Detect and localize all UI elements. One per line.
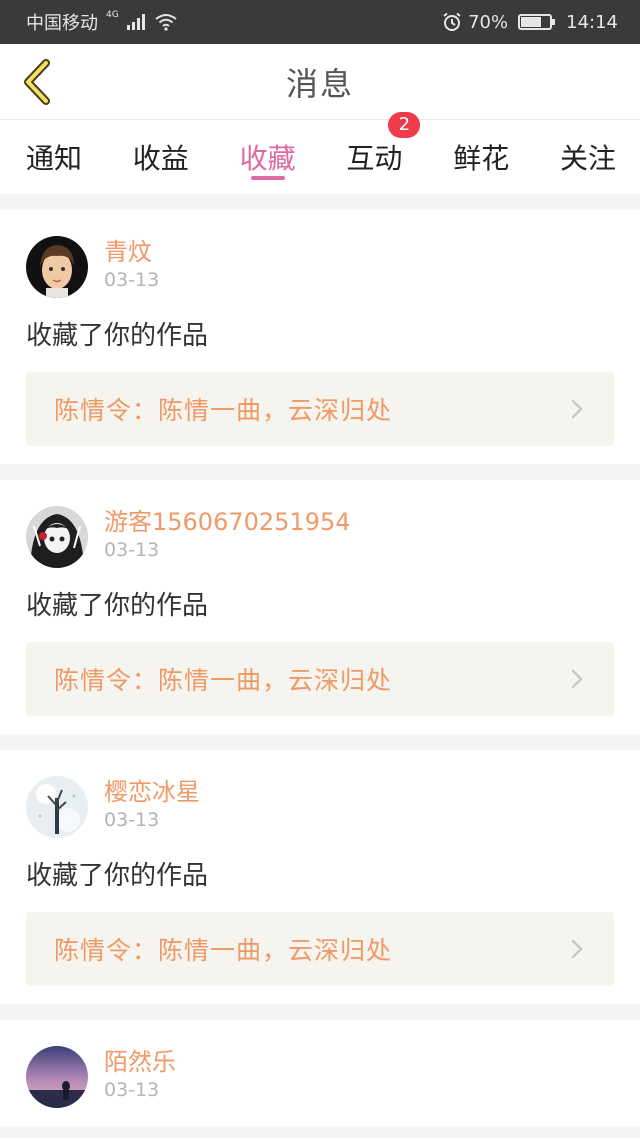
message-header: 游客1560670251954 03-13 bbox=[26, 506, 614, 568]
status-left: 中国移动 4G bbox=[26, 9, 177, 35]
message-meta: 游客1560670251954 03-13 bbox=[104, 506, 351, 563]
chevron-right-icon bbox=[571, 669, 583, 689]
message-action: 收藏了你的作品 bbox=[26, 861, 209, 891]
username[interactable]: 青炆 bbox=[104, 237, 159, 267]
username[interactable]: 陌然乐 bbox=[104, 1047, 176, 1077]
network-type: 4G bbox=[106, 10, 119, 20]
portrait-male-cartoon-icon bbox=[26, 236, 88, 298]
tab-label: 互动 bbox=[346, 142, 403, 175]
tab-notifications[interactable]: 通知 bbox=[26, 120, 82, 194]
message-action: 收藏了你的作品 bbox=[26, 321, 209, 351]
username[interactable]: 樱恋冰星 bbox=[104, 777, 200, 807]
alarm-icon bbox=[443, 12, 461, 31]
battery-percent: 70% bbox=[468, 11, 509, 33]
snowy-tree-icon bbox=[26, 776, 88, 838]
message-meta: 陌然乐 03-13 bbox=[104, 1046, 176, 1103]
chevron-right-icon bbox=[571, 399, 583, 419]
work-title: 陈情令：陈情一曲，云深归处 bbox=[54, 396, 393, 425]
message-meta: 樱恋冰星 03-13 bbox=[104, 776, 200, 833]
tab-label: 关注 bbox=[559, 142, 616, 175]
message-date: 03-13 bbox=[104, 1079, 160, 1101]
tab-flowers[interactable]: 鲜花 bbox=[453, 120, 509, 194]
message-date: 03-13 bbox=[104, 269, 160, 291]
work-title: 陈情令：陈情一曲，云深归处 bbox=[54, 666, 393, 695]
unread-badge: 2 bbox=[388, 112, 421, 138]
active-tab-indicator bbox=[250, 176, 285, 180]
page-title: 消息 bbox=[285, 64, 354, 103]
status-right: 70% 14:14 bbox=[442, 12, 618, 33]
monochrome-anime-girl-icon bbox=[26, 506, 88, 568]
message-header: 陌然乐 03-13 bbox=[26, 1046, 614, 1108]
avatar[interactable] bbox=[26, 776, 88, 838]
message-meta: 青炆 03-13 bbox=[104, 236, 159, 293]
tab-interactions[interactable]: 互动 2 bbox=[346, 112, 421, 194]
tab-earnings[interactable]: 收益 bbox=[133, 120, 189, 194]
avatar[interactable] bbox=[26, 1046, 88, 1108]
tab-favorites[interactable]: 收藏 bbox=[240, 120, 296, 194]
wifi-icon bbox=[155, 14, 177, 31]
username[interactable]: 游客1560670251954 bbox=[104, 507, 351, 537]
message-header: 樱恋冰星 03-13 bbox=[26, 776, 614, 838]
message-date: 03-13 bbox=[104, 809, 160, 831]
clock: 14:14 bbox=[566, 11, 618, 33]
message-action: 收藏了你的作品 bbox=[26, 591, 209, 621]
tab-label: 收益 bbox=[132, 142, 189, 175]
work-link[interactable]: 陈情令：陈情一曲，云深归处 bbox=[26, 912, 614, 986]
tab-bar: 通知 收益 收藏 互动 2 鲜花 关注 bbox=[0, 112, 640, 194]
status-bar: 中国移动 4G 70% 14:14 bbox=[0, 0, 640, 44]
header: 消息 bbox=[0, 44, 640, 120]
chevron-right-icon bbox=[571, 939, 583, 959]
message-card: 青炆 03-13 收藏了你的作品 陈情令：陈情一曲，云深归处 bbox=[0, 210, 640, 464]
signal-icon bbox=[126, 14, 145, 30]
tab-label: 通知 bbox=[26, 142, 83, 175]
carrier-label: 中国移动 bbox=[26, 13, 98, 34]
message-list: 青炆 03-13 收藏了你的作品 陈情令：陈情一曲，云深归处 游客1560670… bbox=[0, 194, 640, 1126]
tab-following[interactable]: 关注 bbox=[560, 120, 616, 194]
message-card: 陌然乐 03-13 bbox=[0, 1020, 640, 1126]
back-arrow-icon bbox=[24, 59, 50, 105]
avatar[interactable] bbox=[26, 236, 88, 298]
work-link[interactable]: 陈情令：陈情一曲，云深归处 bbox=[26, 372, 614, 446]
tab-label: 鲜花 bbox=[453, 142, 510, 175]
message-card: 游客1560670251954 03-13 收藏了你的作品 陈情令：陈情一曲，云… bbox=[0, 480, 640, 734]
message-date: 03-13 bbox=[104, 539, 160, 561]
avatar[interactable] bbox=[26, 506, 88, 568]
sunset-silhouette-icon bbox=[26, 1046, 88, 1108]
tab-label: 收藏 bbox=[239, 142, 296, 175]
message-header: 青炆 03-13 bbox=[26, 236, 614, 298]
work-link[interactable]: 陈情令：陈情一曲，云深归处 bbox=[26, 642, 614, 716]
work-title: 陈情令：陈情一曲，云深归处 bbox=[54, 936, 393, 965]
back-button[interactable] bbox=[14, 56, 60, 108]
message-card: 樱恋冰星 03-13 收藏了你的作品 陈情令：陈情一曲，云深归处 bbox=[0, 750, 640, 1004]
battery-icon bbox=[518, 14, 556, 30]
